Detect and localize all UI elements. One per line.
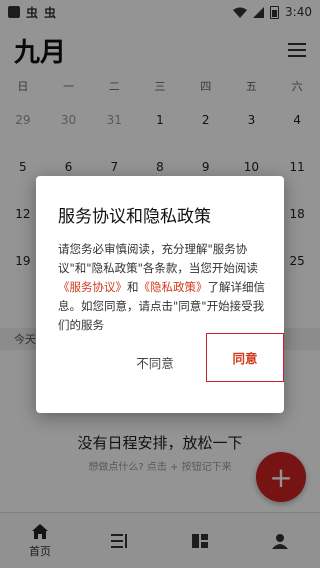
service-agreement-link[interactable]: 《服务协议》 xyxy=(58,280,127,294)
dialog-title: 服务协议和隐私政策 xyxy=(58,207,211,227)
dialog-body: 请您务必审慎阅读，充分理解"服务协议"和"隐私政策"各条款，当您开始阅读《服务协… xyxy=(58,240,268,335)
privacy-policy-link[interactable]: 《隐私政策》 xyxy=(139,280,208,294)
agree-button[interactable]: 同意 xyxy=(206,333,284,382)
dialog-text: 请您务必审慎阅读，充分理解"服务协议"和"隐私政策"各条款，当您开始阅读 xyxy=(58,242,258,275)
privacy-dialog: 服务协议和隐私政策 请您务必审慎阅读，充分理解"服务协议"和"隐私政策"各条款，… xyxy=(36,176,284,413)
dialog-text: 和 xyxy=(127,280,139,294)
decline-button[interactable]: 不同意 xyxy=(116,344,194,380)
